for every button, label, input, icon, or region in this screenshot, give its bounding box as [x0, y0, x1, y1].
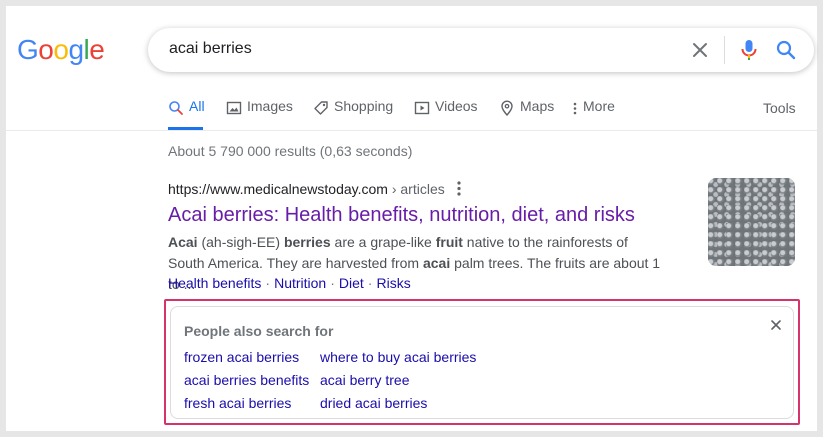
result-sitelinks: Health benefits · Nutrition · Diet · Risks — [168, 275, 411, 291]
search-input[interactable]: acai berries — [169, 40, 252, 58]
sitelink-health-benefits[interactable]: Health benefits — [168, 275, 261, 291]
microphone-icon[interactable] — [738, 38, 760, 62]
tab-label: Images — [247, 98, 293, 114]
map-pin-icon — [501, 100, 513, 116]
tab-images[interactable]: Images — [226, 98, 293, 128]
related-search-link[interactable]: acai berries benefits — [184, 372, 309, 388]
tab-label: Shopping — [334, 98, 394, 114]
google-logo[interactable]: Google — [17, 33, 105, 67]
snippet-highlight: fruit — [435, 234, 463, 250]
related-search-link[interactable]: fresh acai berries — [184, 395, 291, 411]
tab-label: Videos — [435, 98, 478, 114]
snippet-text: (ah-sigh-EE) — [197, 234, 284, 250]
snippet-highlight: berries — [283, 234, 331, 250]
logo-letter: e — [89, 34, 105, 65]
people-also-search-title: People also search for — [184, 323, 334, 339]
image-icon — [226, 101, 242, 115]
search-results-page: Google acai berries All Images Shopping … — [6, 6, 817, 431]
tab-label: All — [189, 98, 205, 114]
related-search-link[interactable]: dried acai berries — [320, 395, 427, 411]
snippet-highlight: acai — [422, 255, 451, 271]
result-thumbnail[interactable] — [708, 178, 795, 266]
sitelink-nutrition[interactable]: Nutrition — [274, 275, 326, 291]
more-vert-icon — [573, 102, 577, 115]
result-url[interactable]: https://www.medicalnewstoday.com › artic… — [168, 181, 445, 197]
more-vert-icon[interactable] — [453, 179, 465, 199]
tools-button[interactable]: Tools — [763, 100, 796, 116]
result-stats: About 5 790 000 results (0,63 seconds) — [168, 143, 413, 159]
snippet-highlight: Acai — [168, 234, 198, 250]
logo-letter: g — [68, 34, 84, 65]
result-title-link[interactable]: Acai berries: Health benefits, nutrition… — [168, 204, 635, 227]
search-tabs: All Images Shopping Videos Maps More — [168, 98, 808, 128]
search-icon — [169, 101, 183, 115]
play-icon — [414, 101, 430, 115]
search-bar-divider — [724, 36, 725, 64]
sitelink-separator: · — [367, 275, 373, 291]
tab-shopping[interactable]: Shopping — [313, 98, 393, 128]
tab-maps[interactable]: Maps — [499, 98, 554, 128]
close-icon[interactable] — [769, 318, 783, 332]
result-domain: https://www.medicalnewstoday.com — [168, 181, 388, 197]
logo-letter: o — [53, 34, 69, 65]
sitelink-separator: · — [265, 275, 271, 291]
logo-letter: G — [17, 34, 39, 65]
tab-videos[interactable]: Videos — [414, 98, 478, 128]
tab-label: Maps — [520, 98, 555, 114]
sitelink-diet[interactable]: Diet — [339, 275, 364, 291]
people-also-search-panel: People also search for frozen acai berri… — [170, 306, 794, 419]
search-icon[interactable] — [774, 38, 798, 62]
related-search-link[interactable]: acai berry tree — [320, 372, 409, 388]
close-icon[interactable] — [689, 39, 711, 61]
header-divider — [6, 130, 817, 131]
search-bar: acai berries — [148, 28, 814, 72]
tab-more[interactable]: More — [570, 98, 615, 128]
result-path: › articles — [387, 181, 445, 197]
related-search-link[interactable]: where to buy acai berries — [320, 349, 476, 365]
tab-label: More — [583, 98, 615, 114]
sitelink-risks[interactable]: Risks — [376, 275, 410, 291]
snippet-text: are a grape-like — [330, 234, 436, 250]
sitelink-separator: · — [330, 275, 335, 291]
tab-all[interactable]: All — [168, 98, 205, 128]
logo-letter: o — [38, 34, 54, 65]
tag-icon — [314, 101, 328, 115]
related-search-link[interactable]: frozen acai berries — [184, 349, 299, 365]
